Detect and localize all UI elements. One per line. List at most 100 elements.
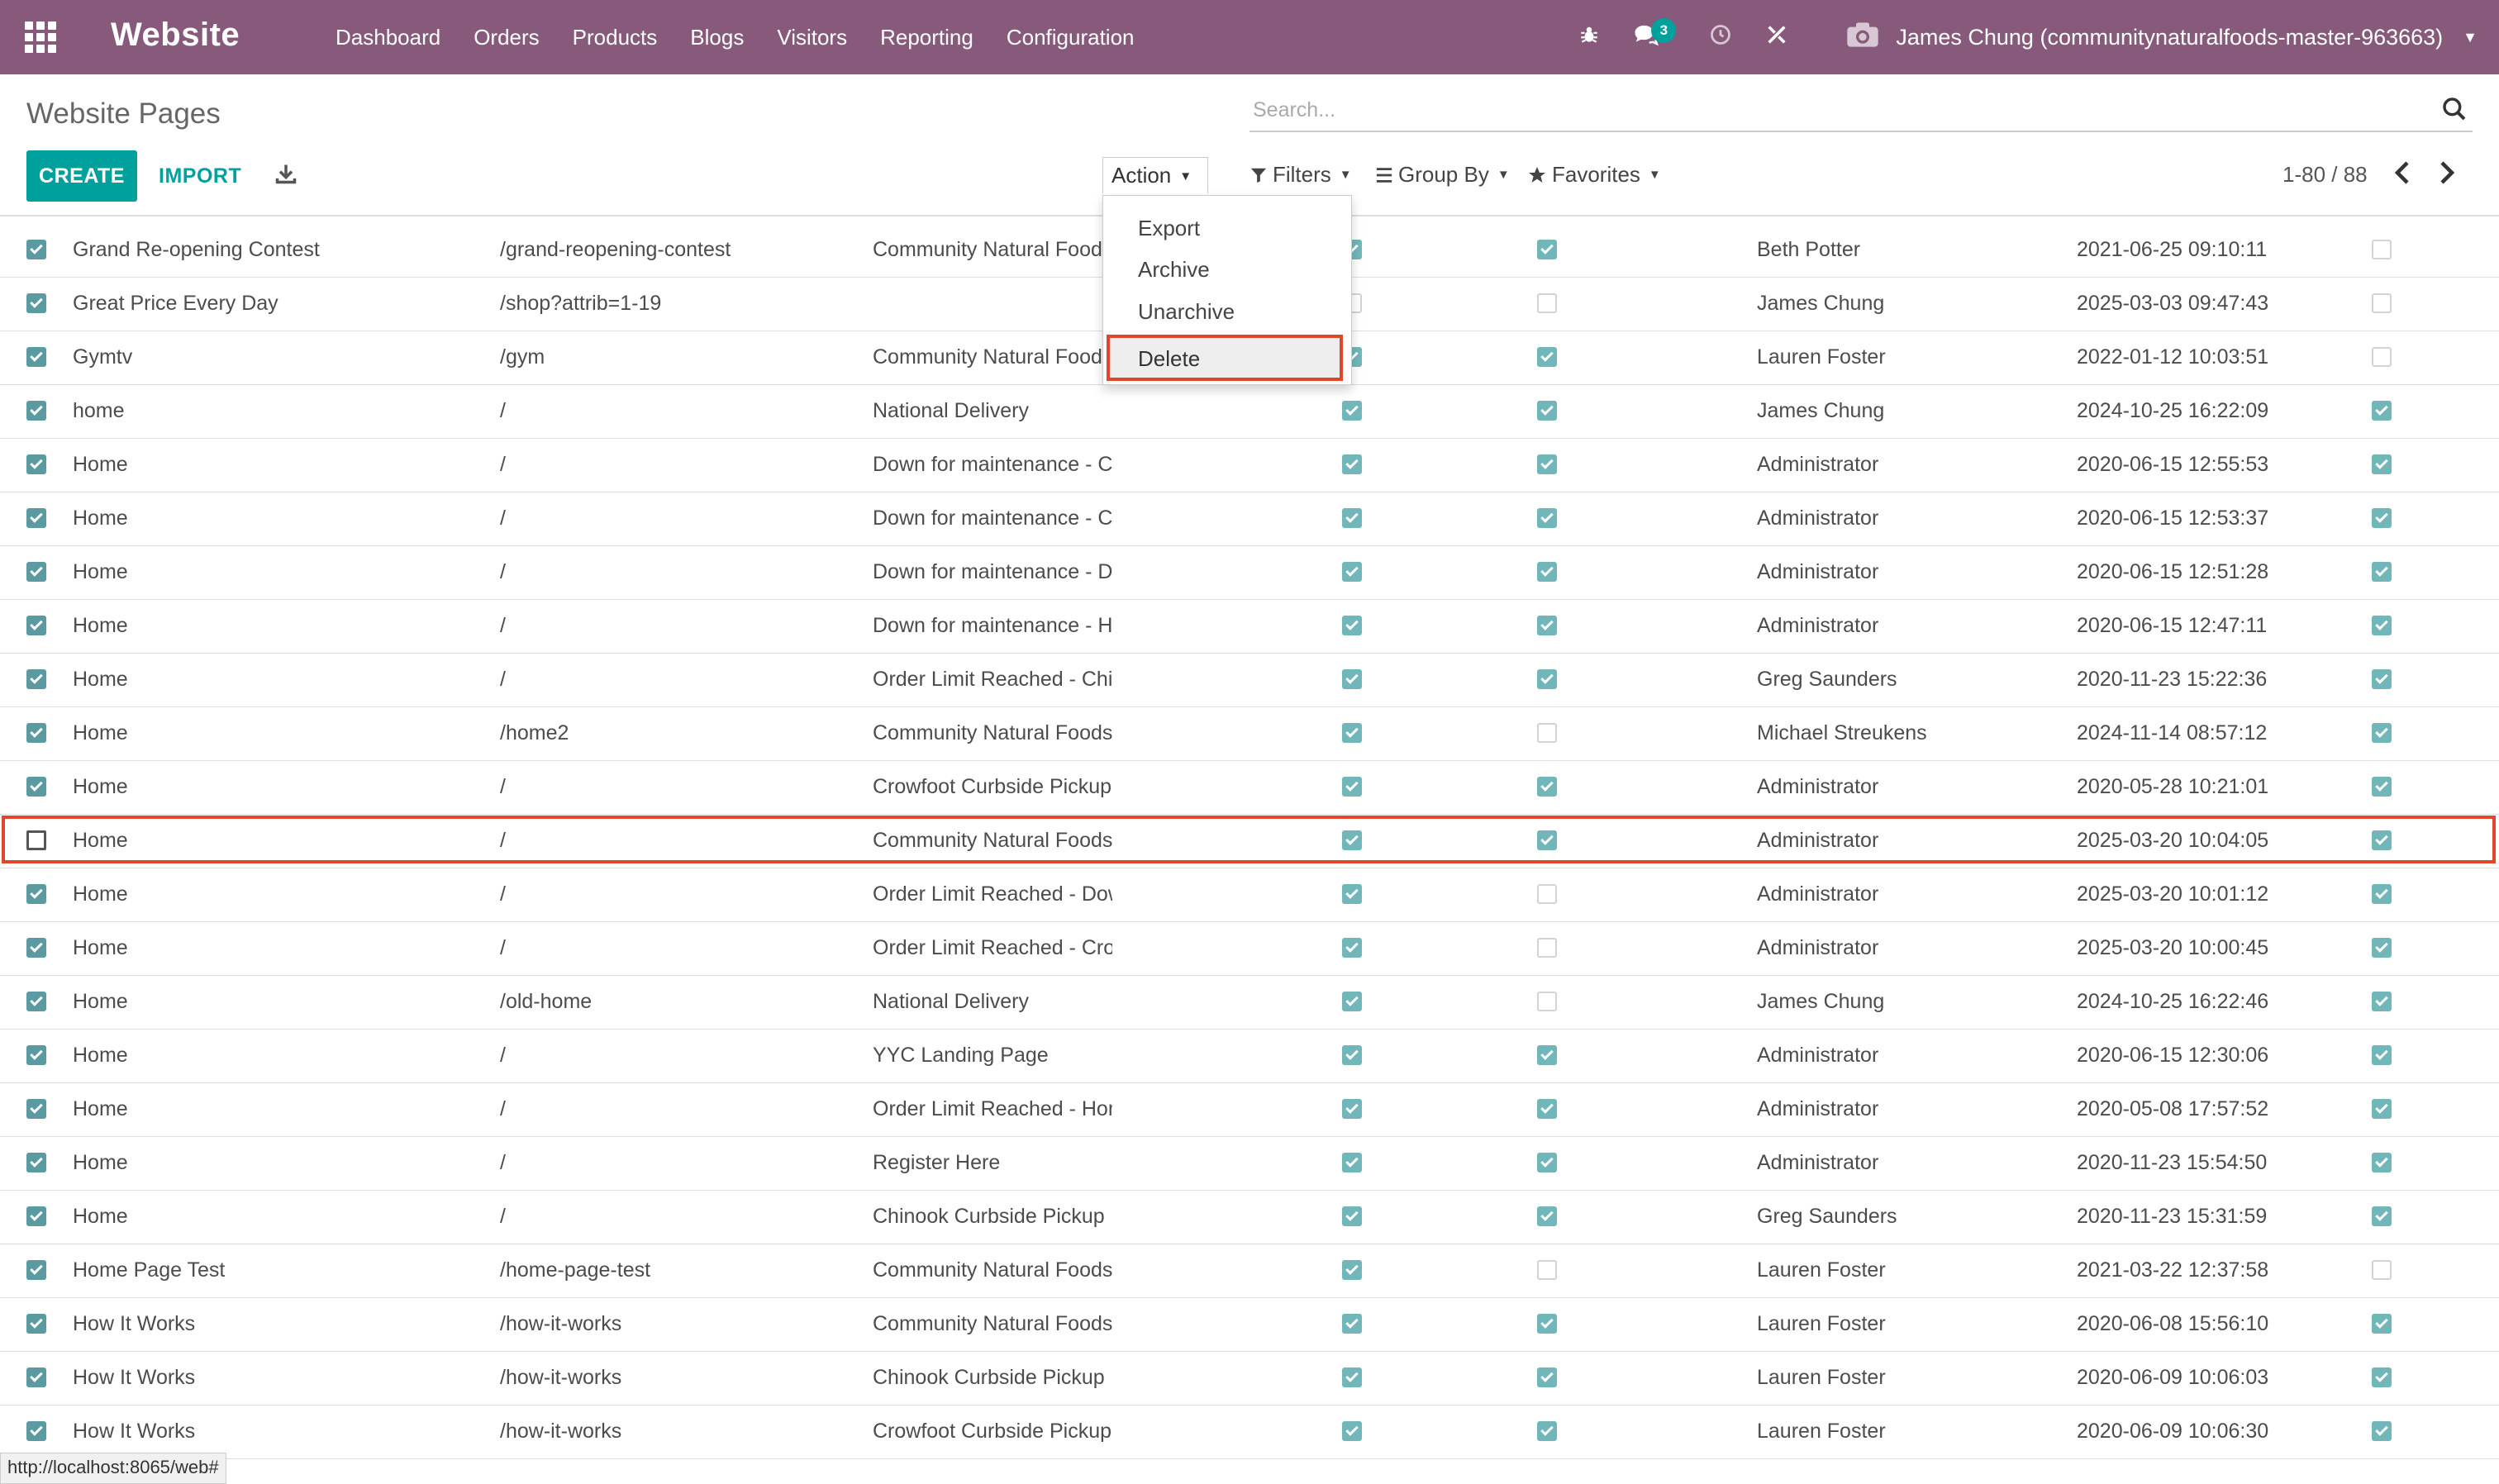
row-select-checkbox[interactable] xyxy=(26,616,46,635)
published-checkbox xyxy=(1537,293,1557,313)
table-row[interactable]: home / National Delivery James Chung 2024-10… xyxy=(0,384,2499,439)
row-select-checkbox[interactable] xyxy=(26,830,46,850)
action-unarchive[interactable]: Unarchive xyxy=(1138,299,1235,325)
date-cell: 2020-06-15 12:47:11 xyxy=(2077,614,2268,637)
page-name-cell: Gymtv xyxy=(73,345,133,369)
page-name-cell: Home xyxy=(73,721,128,744)
bug-icon[interactable] xyxy=(1578,24,1600,51)
action-export[interactable]: Export xyxy=(1138,216,1200,241)
page-name-cell: home xyxy=(73,399,125,422)
row-select-checkbox[interactable] xyxy=(26,347,46,367)
published-checkbox xyxy=(1537,669,1557,689)
row-select-checkbox[interactable] xyxy=(26,1314,46,1334)
page-url-cell: / xyxy=(500,1151,506,1174)
create-button[interactable]: CREATE xyxy=(26,150,137,202)
groupby-toggle[interactable]: Group By ▼ xyxy=(1375,162,1510,188)
favorites-toggle[interactable]: Favorites ▼ xyxy=(1527,162,1661,188)
table-row[interactable]: Home / Down for maintenance - Crowfoot Admi… xyxy=(0,492,2499,546)
row-select-checkbox[interactable] xyxy=(26,240,46,259)
chat-icon[interactable]: 3 xyxy=(1633,17,1677,52)
table-row[interactable]: Home / Register Here Administrator 2020-11-2… xyxy=(0,1136,2499,1191)
row-select-checkbox[interactable] xyxy=(26,1045,46,1065)
page-url-cell: /gym xyxy=(500,345,545,369)
active-checkbox xyxy=(2372,347,2392,367)
table-row[interactable]: Home / Community Natural Foods Administrato… xyxy=(0,814,2499,868)
indexed-checkbox xyxy=(1342,1260,1362,1280)
website-cell: Chinook Curbside Pickup xyxy=(873,1205,1105,1228)
row-select-checkbox[interactable] xyxy=(26,454,46,474)
table-row[interactable]: How It Works/how-it-works Chinook Curbsid… xyxy=(0,1351,2499,1406)
page-url-cell: /how-it-works xyxy=(500,1420,622,1443)
published-checkbox xyxy=(1537,1314,1557,1334)
row-select-checkbox[interactable] xyxy=(26,723,46,743)
user-caret-icon[interactable]: ▼ xyxy=(2463,29,2478,46)
date-cell: 2020-06-08 15:56:10 xyxy=(2077,1312,2269,1335)
row-select-checkbox[interactable] xyxy=(26,669,46,689)
main-menu: Dashboard Orders Products Blogs Visitors… xyxy=(319,0,1151,74)
action-delete[interactable]: Delete xyxy=(1107,335,1343,381)
author-cell: James Chung xyxy=(1757,399,1885,422)
user-menu[interactable]: James Chung (communitynaturalfoods-maste… xyxy=(1896,25,2443,50)
active-checkbox xyxy=(2372,992,2392,1011)
camera-avatar-icon[interactable] xyxy=(1846,21,1879,54)
app-brand[interactable]: Website xyxy=(111,17,240,54)
row-select-checkbox[interactable] xyxy=(26,992,46,1011)
row-select-checkbox[interactable] xyxy=(26,938,46,958)
table-row[interactable]: How It Works/how-it-works Community Natur… xyxy=(0,1297,2499,1352)
row-select-checkbox[interactable] xyxy=(26,1421,46,1441)
action-dropdown-menu: Export Archive Unarchive Delete xyxy=(1102,195,1352,385)
search-icon[interactable] xyxy=(2441,96,2468,122)
row-select-checkbox[interactable] xyxy=(26,1367,46,1387)
apps-grid-icon[interactable] xyxy=(25,21,56,53)
download-icon[interactable] xyxy=(274,162,298,185)
table-row[interactable]: Home / Down for maintenance - Home Deliver… xyxy=(0,599,2499,654)
page-url-cell: /how-it-works xyxy=(500,1312,622,1335)
row-select-checkbox[interactable] xyxy=(26,562,46,582)
table-row[interactable]: Home/home2 Community Natural Foods Michael… xyxy=(0,706,2499,761)
search-input[interactable] xyxy=(1250,93,2410,127)
row-select-checkbox[interactable] xyxy=(26,777,46,797)
table-row[interactable]: Home / Order Limit Reached - Home Delivery… xyxy=(0,1082,2499,1137)
menu-reporting[interactable]: Reporting xyxy=(880,25,973,50)
table-row[interactable]: Home / Order Limit Reached - Downtown Admin… xyxy=(0,868,2499,922)
pager-next-icon[interactable] xyxy=(2438,160,2456,192)
table-row[interactable]: Home / Order Limit Reached - Chinook Greg S… xyxy=(0,653,2499,707)
action-archive[interactable]: Archive xyxy=(1138,257,1210,283)
table-row[interactable]: Home / YYC Landing Page Administrator 2020-0… xyxy=(0,1029,2499,1083)
action-dropdown-toggle[interactable]: Action ▼ xyxy=(1102,157,1208,193)
table-row[interactable]: Home / Order Limit Reached - Crowfoot Admin… xyxy=(0,921,2499,976)
row-select-checkbox[interactable] xyxy=(26,293,46,313)
row-select-checkbox[interactable] xyxy=(26,508,46,528)
menu-products[interactable]: Products xyxy=(573,25,658,50)
menu-configuration[interactable]: Configuration xyxy=(1007,25,1135,50)
published-checkbox xyxy=(1537,347,1557,367)
table-row[interactable]: Home Page Test/home-page-test Community N… xyxy=(0,1244,2499,1298)
published-checkbox xyxy=(1537,1421,1557,1441)
menu-visitors[interactable]: Visitors xyxy=(777,25,847,50)
filters-toggle[interactable]: Filters ▼ xyxy=(1250,162,1352,188)
row-select-checkbox[interactable] xyxy=(26,1206,46,1226)
published-checkbox xyxy=(1537,562,1557,582)
table-row[interactable]: Home / Chinook Curbside Pickup Greg Saunder… xyxy=(0,1190,2499,1244)
active-checkbox xyxy=(2372,1367,2392,1387)
clock-icon[interactable] xyxy=(1709,23,1732,52)
table-row[interactable]: How It Works/how-it-works Crowfoot Curbsi… xyxy=(0,1405,2499,1459)
date-cell: 2020-06-15 12:30:06 xyxy=(2077,1044,2269,1067)
table-row[interactable]: Home / Crowfoot Curbside Pickup Administrat… xyxy=(0,760,2499,815)
import-button[interactable]: IMPORT xyxy=(159,150,241,202)
tools-icon[interactable] xyxy=(1765,23,1788,52)
menu-dashboard[interactable]: Dashboard xyxy=(336,25,440,50)
indexed-checkbox xyxy=(1342,616,1362,635)
pager-value[interactable]: 1-80 / 88 xyxy=(2282,162,2368,188)
menu-orders[interactable]: Orders xyxy=(474,25,539,50)
row-select-checkbox[interactable] xyxy=(26,1260,46,1280)
pager-previous-icon[interactable] xyxy=(2393,160,2411,192)
row-select-checkbox[interactable] xyxy=(26,401,46,421)
row-select-checkbox[interactable] xyxy=(26,1099,46,1119)
row-select-checkbox[interactable] xyxy=(26,884,46,904)
table-row[interactable]: Home / Down for maintenance - Chinook Admin… xyxy=(0,438,2499,492)
menu-blogs[interactable]: Blogs xyxy=(690,25,744,50)
table-row[interactable]: Home/old-home National Delivery James Chun… xyxy=(0,975,2499,1030)
row-select-checkbox[interactable] xyxy=(26,1153,46,1172)
table-row[interactable]: Home / Down for maintenance - Downtown Admi… xyxy=(0,545,2499,600)
